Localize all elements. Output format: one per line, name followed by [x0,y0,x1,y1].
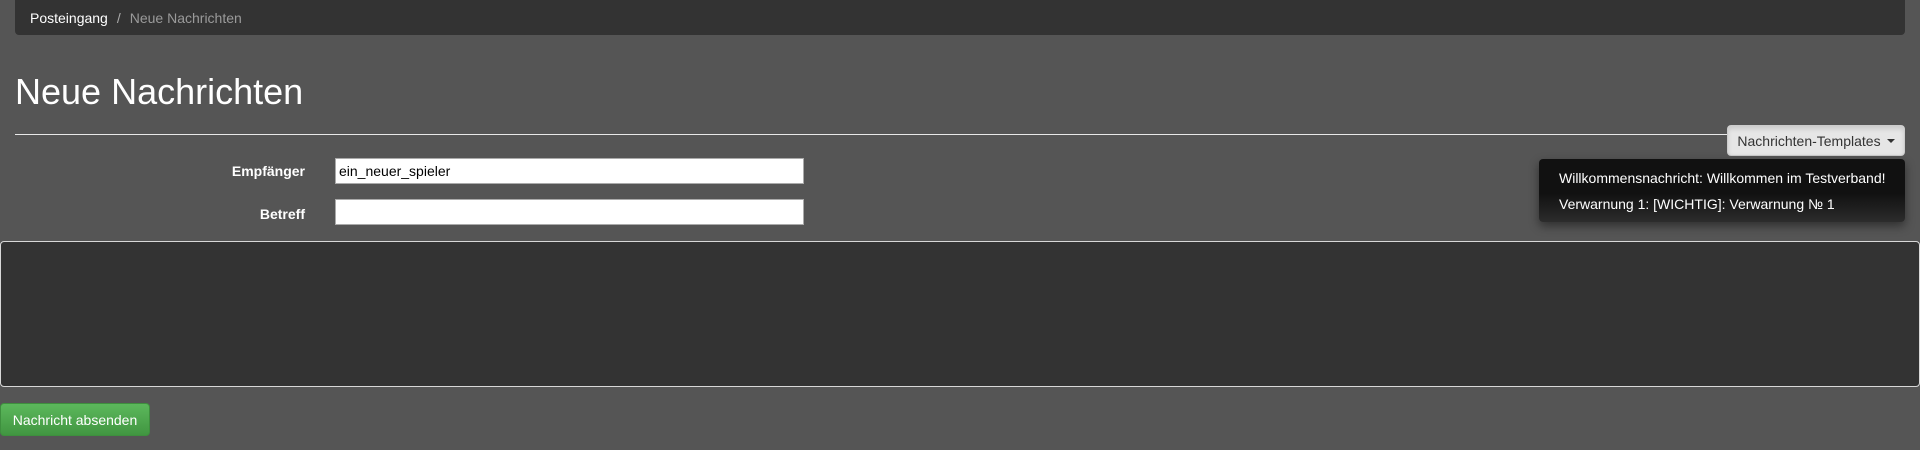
send-message-button[interactable]: Nachricht absenden [0,403,150,436]
page-title: Neue Nachrichten [15,71,304,112]
breadcrumb-separator: / [116,9,121,26]
templates-dropdown-menu: Willkommensnachricht: Willkommen im Test… [1539,159,1905,222]
templates-button-label: Nachrichten-Templates [1737,132,1881,149]
recipient-label: Empfänger [231,163,305,179]
recipient-input[interactable] [335,158,804,184]
template-item-welcome[interactable]: Willkommensnachricht: Willkommen im Test… [1539,165,1905,191]
templates-dropdown-button[interactable]: Nachrichten-Templates [1727,125,1905,156]
title-divider [15,134,1905,135]
breadcrumb-inbox-link[interactable]: Posteingang [30,10,108,26]
message-body-textarea[interactable] [0,241,1920,387]
breadcrumb: Posteingang / Neue Nachrichten [15,0,1905,35]
breadcrumb-current: Neue Nachrichten [129,9,242,26]
template-item-warning[interactable]: Verwarnung 1: [WICHTIG]: Verwarnung № 1 [1539,191,1905,217]
caret-down-icon [1886,138,1895,143]
subject-label: Betreff [259,206,305,222]
subject-input[interactable] [335,199,804,225]
